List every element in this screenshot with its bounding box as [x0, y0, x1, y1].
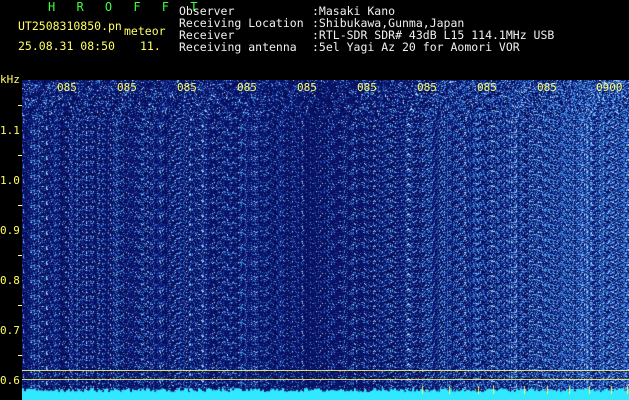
- freq-tick-mark: [18, 205, 22, 206]
- freq-tick-label: 1.0: [0, 174, 20, 187]
- time-tick: 0900: [596, 81, 623, 94]
- time-tick: 085: [57, 81, 77, 94]
- freq-tick-mark: [18, 155, 22, 156]
- reference-line: [22, 370, 629, 371]
- datetime-label: 25.08.31 08:50: [18, 39, 115, 53]
- time-tick: 085: [297, 81, 317, 94]
- freq-tick-mark: [18, 305, 22, 306]
- freq-tick-label: 0.7: [0, 324, 20, 337]
- antenna-value: :5el Yagi Az 20 for Aomori VOR: [312, 40, 520, 54]
- freq-tick-mark: [18, 105, 22, 106]
- spectrogram: [22, 80, 629, 400]
- time-tick: 085: [477, 81, 497, 94]
- time-tick: 085: [537, 81, 557, 94]
- freq-tick-label: 1.1: [0, 124, 20, 137]
- reference-line: [22, 379, 629, 380]
- freq-tick-mark: [18, 355, 22, 356]
- type-label: meteor: [124, 24, 166, 38]
- count-label: 11.: [140, 39, 161, 53]
- freq-tick-label: 0.8: [0, 274, 20, 287]
- freq-tick-mark: [18, 255, 22, 256]
- time-tick: 085: [357, 81, 377, 94]
- time-tick: 085: [177, 81, 197, 94]
- freq-tick-label: 0.9: [0, 224, 20, 237]
- time-tick: 085: [237, 81, 257, 94]
- unit-label: kHz: [0, 73, 20, 86]
- filename-label: UT2508310850.pn: [18, 19, 122, 33]
- freq-tick-label: 0.6: [0, 374, 20, 387]
- time-tick: 085: [417, 81, 437, 94]
- time-tick: 085: [117, 81, 137, 94]
- antenna-label: Receiving antenna: [179, 40, 297, 54]
